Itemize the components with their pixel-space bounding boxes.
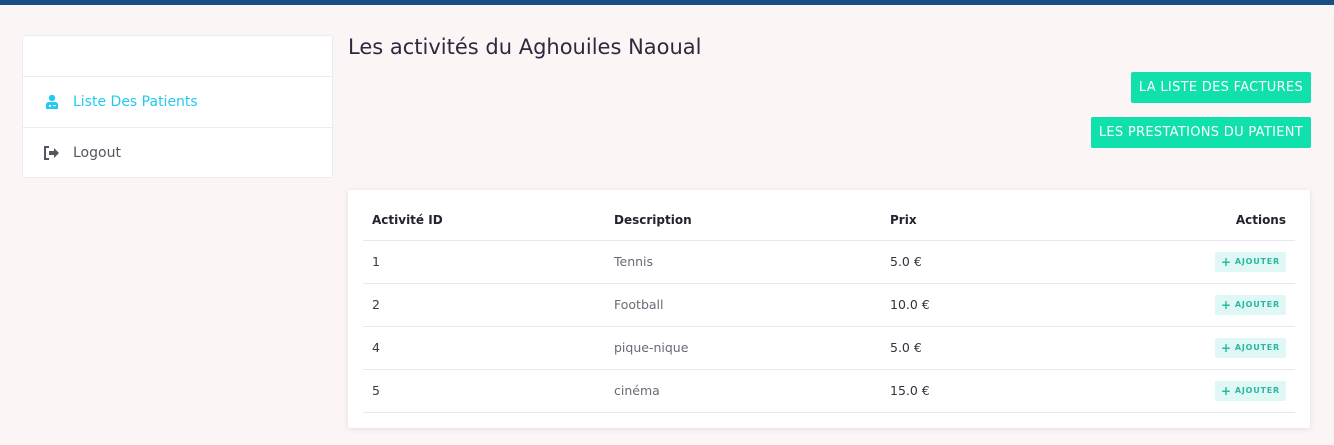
add-button[interactable]: + AJOUTER: [1214, 294, 1286, 315]
sidebar: Liste Des Patients Logout: [22, 35, 333, 178]
add-button-label: AJOUTER: [1234, 257, 1280, 266]
plus-icon: +: [1220, 340, 1232, 355]
top-bar: [0, 0, 1334, 5]
prestations-button[interactable]: LES PRESTATIONS DU PATIENT: [1090, 117, 1311, 148]
cell-prix: 5.0 €: [881, 240, 1131, 284]
table-header-row: Activité ID Description Prix Actions: [363, 200, 1295, 241]
column-header-prix: Prix: [881, 200, 1131, 241]
add-button[interactable]: + AJOUTER: [1214, 251, 1286, 272]
cell-id: 2: [363, 283, 605, 327]
plus-icon: +: [1220, 297, 1232, 312]
table-row: 1 Tennis 5.0 € + AJOUTER: [363, 240, 1295, 284]
add-button[interactable]: + AJOUTER: [1214, 380, 1286, 401]
column-header-description: Description: [605, 200, 881, 241]
sidebar-header: [23, 36, 332, 77]
table-row: 4 pique-nique 5.0 € + AJOUTER: [363, 326, 1295, 370]
sidebar-item-liste-patients[interactable]: Liste Des Patients: [23, 77, 332, 128]
table-row: 5 cinéma 15.0 € + AJOUTER: [363, 369, 1295, 413]
logout-icon: [43, 144, 61, 162]
activities-card: Activité ID Description Prix Actions 1 T…: [348, 190, 1310, 428]
doctor-icon: [43, 93, 61, 111]
cell-description: Tennis: [605, 240, 881, 284]
cell-description: Football: [605, 283, 881, 327]
cell-id: 1: [363, 240, 605, 284]
column-header-id: Activité ID: [363, 200, 605, 241]
page-title: Les activités du Aghouiles Naoual: [348, 35, 702, 59]
sidebar-item-label: Liste Des Patients: [73, 94, 198, 110]
activities-table: Activité ID Description Prix Actions 1 T…: [363, 200, 1295, 413]
cell-description: pique-nique: [605, 326, 881, 370]
column-header-actions: Actions: [1131, 200, 1295, 241]
sidebar-item-label: Logout: [73, 145, 121, 161]
sidebar-item-logout[interactable]: Logout: [23, 128, 332, 178]
cell-prix: 5.0 €: [881, 326, 1131, 370]
cell-prix: 15.0 €: [881, 369, 1131, 413]
plus-icon: +: [1220, 254, 1232, 269]
factures-list-button[interactable]: LA LISTE DES FACTURES: [1130, 72, 1311, 103]
cell-prix: 10.0 €: [881, 283, 1131, 327]
table-row: 2 Football 10.0 € + AJOUTER: [363, 283, 1295, 327]
cell-id: 5: [363, 369, 605, 413]
add-button-label: AJOUTER: [1234, 386, 1280, 395]
cell-description: cinéma: [605, 369, 881, 413]
add-button-label: AJOUTER: [1234, 300, 1280, 309]
add-button[interactable]: + AJOUTER: [1214, 337, 1286, 358]
add-button-label: AJOUTER: [1234, 343, 1280, 352]
cell-id: 4: [363, 326, 605, 370]
plus-icon: +: [1220, 383, 1232, 398]
